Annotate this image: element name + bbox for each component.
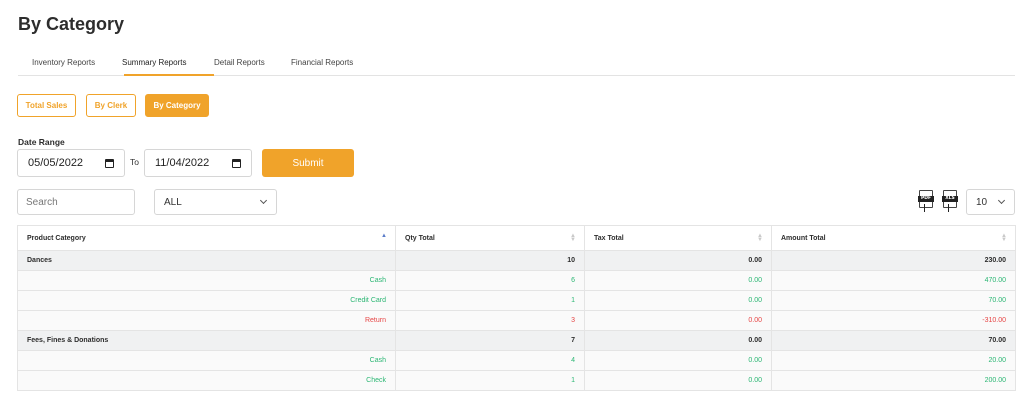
xls-tag: XLS bbox=[942, 196, 958, 202]
tax-cell: 0.00 bbox=[584, 350, 772, 371]
tax-cell: 0.00 bbox=[584, 250, 772, 271]
subtab-total-sales[interactable]: Total Sales bbox=[17, 94, 76, 117]
table-row: Credit Card 1 0.00 70.00 bbox=[17, 290, 1016, 311]
amount-cell: -310.00 bbox=[771, 310, 1016, 331]
category-cell: Dances bbox=[17, 250, 396, 271]
tax-cell: 0.00 bbox=[584, 290, 772, 311]
submit-button[interactable]: Submit bbox=[262, 149, 354, 177]
category-select[interactable]: ALL bbox=[154, 189, 277, 215]
active-tab-indicator bbox=[124, 74, 214, 76]
tax-cell: 0.00 bbox=[584, 370, 772, 391]
tab-financial-reports[interactable]: Financial Reports bbox=[291, 58, 353, 67]
end-date-value: 11/04/2022 bbox=[155, 157, 210, 169]
tab-detail-reports[interactable]: Detail Reports bbox=[214, 58, 265, 67]
sort-icon[interactable]: ▲ bbox=[381, 233, 387, 239]
tab-inventory-reports[interactable]: Inventory Reports bbox=[32, 58, 95, 67]
qty-cell: 1 bbox=[395, 290, 585, 311]
qty-cell: 7 bbox=[395, 330, 585, 351]
date-range-label: Date Range bbox=[18, 137, 65, 147]
tax-cell: 0.00 bbox=[584, 330, 772, 351]
report-tabs: Inventory Reports Summary Reports Detail… bbox=[18, 50, 1015, 76]
qty-cell: 1 bbox=[395, 370, 585, 391]
category-cell: Credit Card bbox=[17, 290, 396, 311]
table-group-row: Fees, Fines & Donations 7 0.00 70.00 bbox=[17, 330, 1016, 351]
chevron-down-icon bbox=[997, 196, 1006, 205]
category-cell: Cash bbox=[17, 350, 396, 371]
category-report-table: Product Category ▲ Qty Total ▲ ▼ Tax Tota… bbox=[17, 225, 1016, 391]
column-header-product-category[interactable]: Product Category ▲ bbox=[17, 225, 396, 251]
tax-cell: 0.00 bbox=[584, 310, 772, 331]
column-header-amount-total[interactable]: Amount Total ▲ ▼ bbox=[771, 225, 1016, 251]
category-cell: Check bbox=[17, 370, 396, 391]
subtab-by-clerk[interactable]: By Clerk bbox=[86, 94, 136, 117]
tab-summary-reports[interactable]: Summary Reports bbox=[122, 58, 186, 67]
amount-cell: 470.00 bbox=[771, 270, 1016, 291]
end-date-field[interactable]: 11/04/2022 bbox=[144, 149, 252, 177]
table-row: Cash 4 0.00 20.00 bbox=[17, 350, 1016, 371]
calendar-icon[interactable] bbox=[105, 159, 114, 168]
amount-cell: 20.00 bbox=[771, 350, 1016, 371]
category-cell: Fees, Fines & Donations bbox=[17, 330, 396, 351]
pdf-tag: PDF bbox=[918, 196, 934, 202]
table-header-row: Product Category ▲ Qty Total ▲ ▼ Tax Tota… bbox=[17, 225, 1016, 251]
category-cell: Cash bbox=[17, 270, 396, 291]
sort-icon[interactable]: ▲ ▼ bbox=[1001, 233, 1007, 243]
table-group-row: Dances 10 0.00 230.00 bbox=[17, 250, 1016, 271]
table-body: Dances 10 0.00 230.00 Cash 6 0.00 470.00 Credit … bbox=[17, 250, 1016, 391]
pdf-export-icon[interactable]: PDF bbox=[918, 190, 935, 212]
amount-cell: 230.00 bbox=[771, 250, 1016, 271]
table-row: Cash 6 0.00 470.00 bbox=[17, 270, 1016, 291]
sort-icon[interactable]: ▲ ▼ bbox=[757, 233, 763, 243]
table-row: Return 3 0.00 -310.00 bbox=[17, 310, 1016, 331]
qty-cell: 4 bbox=[395, 350, 585, 371]
category-cell: Return bbox=[17, 310, 396, 331]
page-size-value: 10 bbox=[976, 196, 988, 208]
qty-cell: 6 bbox=[395, 270, 585, 291]
tax-cell: 0.00 bbox=[584, 270, 772, 291]
amount-cell: 70.00 bbox=[771, 290, 1016, 311]
subtab-by-category[interactable]: By Category bbox=[145, 94, 209, 117]
qty-cell: 3 bbox=[395, 310, 585, 331]
search-input[interactable] bbox=[17, 189, 135, 215]
to-label: To bbox=[130, 157, 139, 167]
column-header-tax-total[interactable]: Tax Total ▲ ▼ bbox=[584, 225, 772, 251]
table-row: Check 1 0.00 200.00 bbox=[17, 370, 1016, 391]
calendar-icon[interactable] bbox=[232, 159, 241, 168]
column-header-qty-total[interactable]: Qty Total ▲ ▼ bbox=[395, 225, 585, 251]
start-date-value: 05/05/2022 bbox=[28, 157, 84, 169]
xls-export-icon[interactable]: XLS bbox=[942, 190, 959, 212]
qty-cell: 10 bbox=[395, 250, 585, 271]
amount-cell: 200.00 bbox=[771, 370, 1016, 391]
amount-cell: 70.00 bbox=[771, 330, 1016, 351]
category-select-value: ALL bbox=[164, 196, 182, 208]
page-size-select[interactable]: 10 bbox=[966, 189, 1015, 215]
sort-icon[interactable]: ▲ ▼ bbox=[570, 233, 576, 243]
start-date-field[interactable]: 05/05/2022 bbox=[17, 149, 125, 177]
page-title: By Category bbox=[18, 14, 125, 34]
chevron-down-icon bbox=[259, 196, 268, 205]
